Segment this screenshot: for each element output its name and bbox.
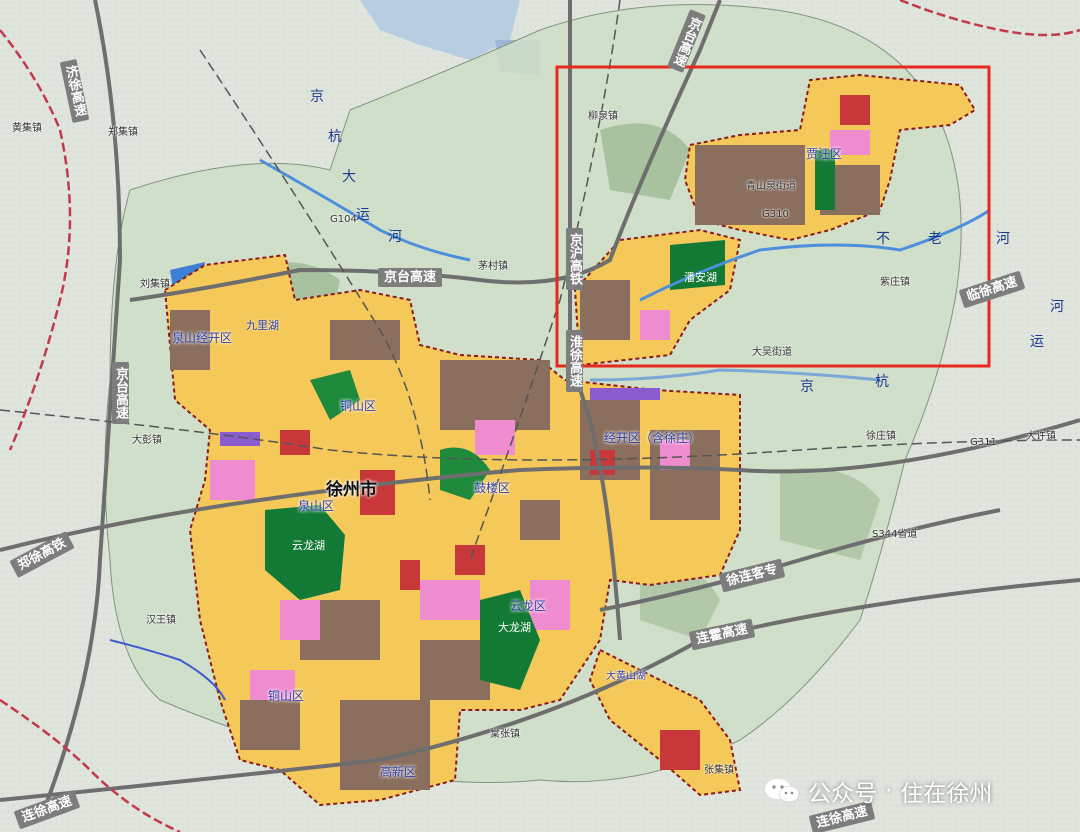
bulao-char-1: 不: [876, 231, 890, 247]
district-tongshan-south: 铜山区: [268, 689, 305, 703]
district-gulou: 鼓楼区: [474, 481, 511, 495]
watermark: 公众号 · 住在徐州: [764, 774, 992, 808]
lake-dahuangshan: 大黄山湖: [606, 671, 646, 682]
place-qingshan: 青山泉街道: [746, 181, 796, 192]
district-quanshan: 泉山区: [298, 499, 335, 513]
road-label-s344: S344省道: [872, 529, 918, 540]
road-label-g310: G310: [762, 209, 789, 220]
city-label: 徐州市: [326, 480, 377, 500]
road-label-jinghu-hsr: 京沪高铁: [566, 228, 583, 290]
canal-south-char-3: 运: [1030, 334, 1044, 350]
road-label-jingtai: 京台高速: [378, 268, 443, 287]
canal-south-char-4: 河: [1050, 299, 1064, 315]
district-quanshan-econ: 泉山经开区: [172, 331, 233, 345]
canal-char-1: 京: [310, 89, 324, 105]
place-zhangji: 张集镇: [704, 765, 734, 776]
map-canvas: [0, 0, 1080, 832]
lake-pan-an: 潘安湖: [684, 271, 717, 284]
road-label-huaixu: 淮徐高速: [566, 330, 583, 392]
bulao-char-3: 河: [996, 231, 1010, 247]
road-label-g104: G104: [330, 214, 357, 225]
lake-jiuli: 九里湖: [246, 319, 279, 332]
place-liuquan: 柳泉镇: [588, 111, 618, 122]
urban-planning-map: 京台高速 京台高速 京沪高铁 淮徐高速 连霍高速 徐连客专 郑徐高铁 连徐高速 …: [0, 0, 1080, 832]
district-yunlong: 云龙区: [510, 599, 547, 613]
canal-char-3: 大: [342, 169, 356, 185]
place-liuji: 刘集镇: [140, 279, 170, 290]
place-dawu: 大吴街道: [752, 347, 792, 358]
place-zizhuang: 紫庄镇: [880, 277, 910, 288]
place-zhengji: 郑集镇: [108, 127, 138, 138]
bulao-char-2: 老: [928, 231, 942, 247]
south-tail-block: [660, 730, 700, 770]
place-hanwang: 汉王镇: [146, 615, 176, 626]
place-tangzhang: 棠张镇: [490, 729, 520, 740]
place-maocun: 茅村镇: [478, 261, 508, 272]
place-xuzhuang: 徐庄镇: [866, 431, 896, 442]
watermark-dot: ·: [885, 778, 893, 804]
lake-yunlong: 云龙湖: [292, 539, 325, 552]
road-label-g311: G311: [970, 437, 997, 448]
place-huangji: 黄集镇: [12, 123, 42, 134]
canal-char-2: 杭: [328, 129, 342, 145]
watermark-name: 住在徐州: [900, 781, 993, 807]
canal-char-4: 运: [356, 207, 370, 223]
district-jiawang: 贾汪区: [806, 147, 843, 161]
place-daxu: 大许镇: [1026, 431, 1056, 442]
district-econ-dev: 经开区（含徐庄）: [604, 431, 701, 445]
wechat-icon: [764, 777, 800, 805]
lake-dalong: 大龙湖: [498, 621, 531, 634]
road-label-jingtai-vertical: 京台高速: [112, 362, 129, 424]
canal-south-char-2: 杭: [875, 374, 889, 390]
canal-south-char-1: 京: [800, 379, 814, 395]
district-gaoxin: 高新区: [380, 765, 417, 779]
place-dapeng: 大彭镇: [132, 435, 162, 446]
watermark-prefix: 公众号: [808, 781, 877, 807]
district-tongshan: 铜山区: [340, 399, 377, 413]
canal-char-5: 河: [388, 229, 402, 245]
